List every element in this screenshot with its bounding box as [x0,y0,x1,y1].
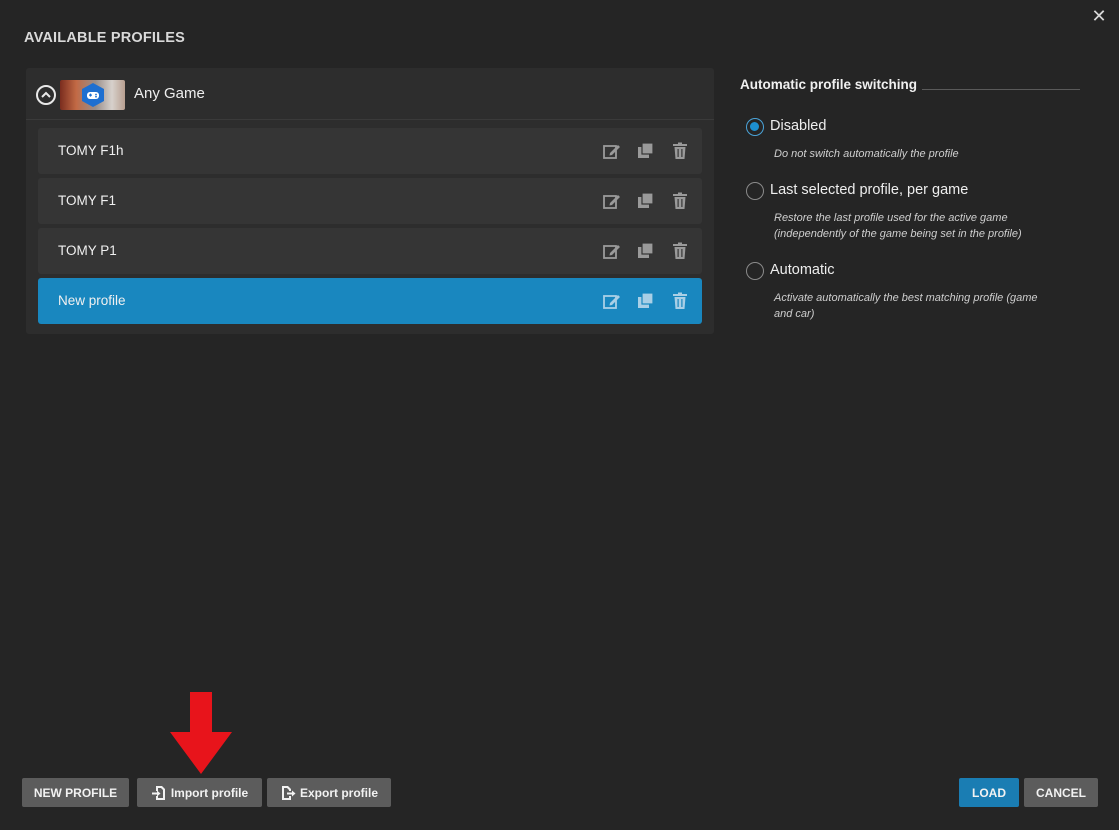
export-profile-button[interactable]: Export profile [267,778,391,807]
gamepad-icon [82,83,104,107]
radio-last-selected[interactable] [746,182,764,200]
profile-name: New profile [58,293,126,308]
trash-icon[interactable] [670,192,690,210]
copy-icon[interactable] [636,142,656,160]
annotation-arrow-icon [170,692,232,774]
edit-icon[interactable] [602,142,622,160]
game-thumbnail [60,80,125,110]
option-description: Restore the last profile used for the ac… [774,212,1022,240]
edit-icon[interactable] [602,242,622,260]
section-divider [922,89,1080,90]
trash-icon[interactable] [670,292,690,310]
cancel-button[interactable]: CANCEL [1024,778,1098,807]
load-button[interactable]: LOAD [959,778,1019,807]
collapse-icon[interactable] [36,85,56,105]
export-icon [281,785,296,800]
profile-name: TOMY F1 [58,193,117,208]
export-profile-label: Export profile [299,785,378,800]
profile-name: TOMY F1h [58,143,124,158]
profile-name: TOMY P1 [58,243,117,258]
copy-icon[interactable] [636,192,656,210]
trash-icon[interactable] [670,142,690,160]
option-label: Automatic [770,262,835,278]
radio-disabled[interactable] [746,118,764,136]
profile-row[interactable]: TOMY F1 [38,178,702,224]
edit-icon[interactable] [602,192,622,210]
auto-switch-title: Automatic profile switching [740,77,918,92]
radio-automatic[interactable] [746,262,764,280]
option-label: Disabled [770,118,827,134]
import-profile-button[interactable]: Import profile [137,778,262,807]
profiles-dialog: ✕ AVAILABLE PROFILES Any Game TOMY F1h T… [0,0,1119,830]
dialog-title: AVAILABLE PROFILES [24,30,185,46]
new-profile-button[interactable]: NEW PROFILE [22,778,129,807]
profile-list: TOMY F1h TOMY F1 TOMY P1 New profile [38,128,702,328]
close-button[interactable]: ✕ [1089,6,1109,26]
option-description: Activate automatically the best matching… [774,292,1038,320]
game-group-label: Any Game [134,85,205,102]
profile-row[interactable]: TOMY F1h [38,128,702,174]
edit-icon[interactable] [602,292,622,310]
option-description: Do not switch automatically the profile [774,148,959,160]
import-icon [151,785,165,800]
profile-row[interactable]: TOMY P1 [38,228,702,274]
copy-icon[interactable] [636,242,656,260]
trash-icon[interactable] [670,242,690,260]
copy-icon[interactable] [636,292,656,310]
profile-list-panel: Any Game TOMY F1h TOMY F1 TOMY P1 New pr… [26,68,714,334]
game-group-header[interactable]: Any Game [26,68,714,120]
profile-row-selected[interactable]: New profile [38,278,702,324]
import-profile-label: Import profile [170,785,249,800]
option-label: Last selected profile, per game [770,182,969,198]
